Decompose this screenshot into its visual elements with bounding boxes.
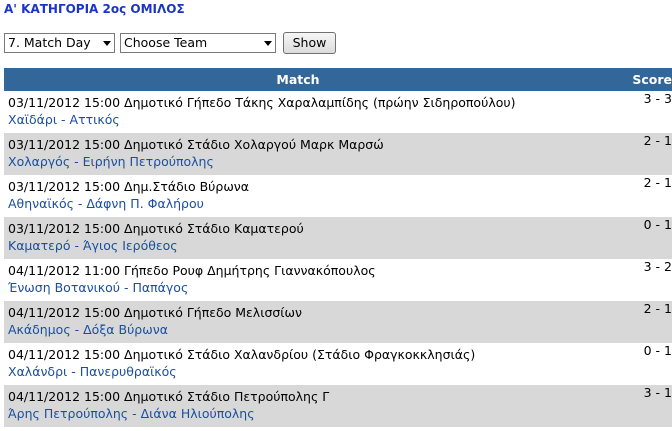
- match-cell: 04/11/2012 15:00 Δημοτικό Στάδιο Χαλανδρ…: [4, 343, 592, 385]
- match-teams-link[interactable]: Άρης Πετρούπολης - Διάνα Ηλιούπολης: [4, 405, 592, 423]
- table-row: 03/11/2012 15:00 Δημοτικό Στάδιο Χολαργο…: [4, 133, 672, 175]
- match-score: 2 - 1: [592, 133, 672, 175]
- match-teams-link[interactable]: Χολαργός - Ειρήνη Πετρούπολης: [4, 153, 592, 171]
- match-score: 3 - 2: [592, 259, 672, 301]
- match-teams-link[interactable]: Χαϊδάρι - Αττικός: [4, 111, 592, 129]
- match-score: 0 - 1: [592, 343, 672, 385]
- match-cell: 04/11/2012 15:00 Δημοτικό Γήπεδο Μελισσί…: [4, 301, 592, 343]
- match-info: 04/11/2012 15:00 Δημοτικό Στάδιο Χαλανδρ…: [8, 347, 476, 362]
- show-button[interactable]: Show: [283, 32, 336, 54]
- match-teams-link[interactable]: Ένωση Βοτανικού - Παπάγος: [4, 279, 592, 297]
- table-row: 04/11/2012 15:00 Δημοτικό Γήπεδο Μελισσί…: [4, 301, 672, 343]
- table-row: 04/11/2012 11:00 Γήπεδο Ρουφ Δημήτρης Γι…: [4, 259, 672, 301]
- column-header-match: Match: [4, 68, 592, 91]
- column-header-score: Score: [592, 68, 672, 91]
- match-score: 0 - 1: [592, 217, 672, 259]
- table-row: 03/11/2012 15:00 Δημοτικό Γήπεδο Τάκης Χ…: [4, 91, 672, 133]
- match-teams-link[interactable]: Ακάδημος - Δόξα Βύρωνα: [4, 321, 592, 339]
- match-info: 04/11/2012 15:00 Δημοτικό Στάδιο Πετρούπ…: [8, 389, 330, 404]
- match-info: 04/11/2012 11:00 Γήπεδο Ρουφ Δημήτρης Γι…: [8, 263, 376, 278]
- match-cell: 03/11/2012 15:00 Δημοτικό Γήπεδο Τάκης Χ…: [4, 91, 592, 133]
- match-info: 04/11/2012 15:00 Δημοτικό Γήπεδο Μελισσί…: [8, 305, 302, 320]
- team-select[interactable]: Choose Team: [120, 33, 276, 53]
- match-score: 2 - 1: [592, 175, 672, 217]
- match-cell: 03/11/2012 15:00 Δημοτικό Στάδιο Χολαργο…: [4, 133, 592, 175]
- match-info: 03/11/2012 15:00 Δημ.Στάδιο Βύρωνα: [8, 179, 250, 194]
- match-teams-link[interactable]: Χαλάνδρι - Πανερυθραϊκός: [4, 363, 592, 381]
- table-row: 04/11/2012 15:00 Δημοτικό Στάδιο Χαλανδρ…: [4, 343, 672, 385]
- chevron-down-icon: [103, 41, 111, 46]
- results-table: Match Score 03/11/2012 15:00 Δημοτικό Γή…: [4, 68, 672, 427]
- match-teams-link[interactable]: Αθηναϊκός - Δάφνη Π. Φαλήρου: [4, 195, 592, 213]
- match-cell: 03/11/2012 15:00 Δημοτικό Στάδιο Καματερ…: [4, 217, 592, 259]
- match-score: 3 - 1: [592, 385, 672, 427]
- match-day-value: 7. Match Day: [8, 35, 91, 50]
- match-cell: 04/11/2012 15:00 Δημοτικό Στάδιο Πετρούπ…: [4, 385, 592, 427]
- match-info: 03/11/2012 15:00 Δημοτικό Στάδιο Χολαργο…: [8, 137, 384, 152]
- chevron-down-icon: [264, 41, 272, 46]
- match-score: 2 - 1: [592, 301, 672, 343]
- match-score: 3 - 3: [592, 91, 672, 133]
- filter-controls: 7. Match Day Choose Team Show: [4, 32, 336, 54]
- match-teams-link[interactable]: Καματερό - Άγιος Ιερόθεος: [4, 237, 592, 255]
- match-day-select[interactable]: 7. Match Day: [4, 33, 115, 53]
- match-info: 03/11/2012 15:00 Δημοτικό Γήπεδο Τάκης Χ…: [8, 95, 516, 110]
- match-cell: 04/11/2012 11:00 Γήπεδο Ρουφ Δημήτρης Γι…: [4, 259, 592, 301]
- table-row: 03/11/2012 15:00 Δημοτικό Στάδιο Καματερ…: [4, 217, 672, 259]
- table-row: 03/11/2012 15:00 Δημ.Στάδιο Βύρωνα Αθηνα…: [4, 175, 672, 217]
- table-header-row: Match Score: [4, 68, 672, 91]
- match-cell: 03/11/2012 15:00 Δημ.Στάδιο Βύρωνα Αθηνα…: [4, 175, 592, 217]
- team-value: Choose Team: [124, 35, 208, 50]
- table-row: 04/11/2012 15:00 Δημοτικό Στάδιο Πετρούπ…: [4, 385, 672, 427]
- match-info: 03/11/2012 15:00 Δημοτικό Στάδιο Καματερ…: [8, 221, 304, 236]
- page-title: Α' ΚΑΤΗΓΟΡΙΑ 2ος ΟΜΙΛΟΣ: [4, 2, 185, 16]
